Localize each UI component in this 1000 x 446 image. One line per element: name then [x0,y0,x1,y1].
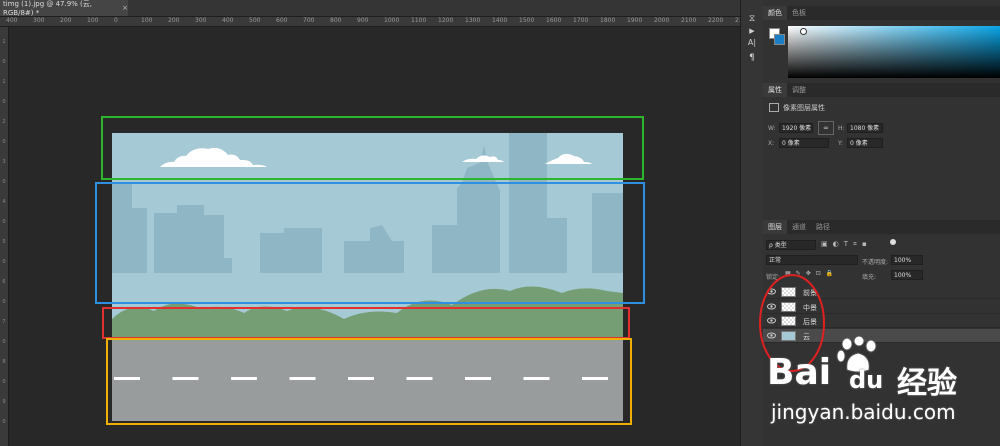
background-color-swatch[interactable] [774,34,785,45]
watermark-brand-a: Bai [767,352,832,393]
document-tab-bar: timg (1).jpg @ 47.9% (云, RGB/8#) * × [0,0,740,17]
ruler-tick-label: 200 [60,17,72,24]
ruler-tick-label: 1 [2,39,6,45]
y-field[interactable]: 0 像素 [847,138,883,148]
document-tab-label: timg (1).jpg @ 47.9% (云, RGB/8#) * [3,0,93,17]
ruler-tick-label: 0 [2,139,6,145]
baidu-watermark: Bai du 经验 jingyan.baidu.com [767,336,1000,446]
annotation-box-sky [101,116,644,180]
ruler-tick-label: 100 [87,17,99,24]
blend-mode-select[interactable]: 正常 [766,255,858,265]
ruler-tick-label: 0 [114,17,118,24]
opacity-field[interactable]: 100% [891,255,923,265]
annotation-box-bushes [102,307,630,339]
watermark-url: jingyan.baidu.com [771,400,956,424]
ruler-tick-label: 2200 [708,17,724,24]
ruler-tick-label: 5 [2,239,6,245]
ruler-tick-label: 100 [141,17,153,24]
ruler-tick-label: 2000 [654,17,670,24]
fill-field[interactable]: 100% [891,270,923,280]
ruler-tick-label: 0 [2,299,6,305]
ruler-tick-label: 2 [2,119,6,125]
document-tab[interactable]: timg (1).jpg @ 47.9% (云, RGB/8#) * × [0,0,128,17]
ruler-tick-label: 0 [2,379,6,385]
tab-adjustments[interactable]: 调整 [787,83,811,97]
ruler-tick-label: 300 [33,17,45,24]
ruler-tick-label: 800 [330,17,342,24]
ruler-tick-label: 700 [303,17,315,24]
annotation-box-city [95,182,645,304]
tab-color[interactable]: 颜色 [763,6,787,20]
tab-layers[interactable]: 图层 [763,220,787,234]
ruler-tick-label: 200 [168,17,180,24]
width-field[interactable]: 1920 像素 [779,123,813,133]
pixel-layer-icon [769,103,779,112]
fill-label: 填充: [862,274,877,281]
ruler-tick-label: 900 [357,17,369,24]
panel-icon-strip: ⧖ ▶ A| ¶ [740,0,764,446]
ruler-tick-label: 0 [2,179,6,185]
character-icon[interactable]: A| [745,36,759,50]
color-panel-tabs: 颜色 色板 [763,6,1000,20]
ruler-tick-label: 1 [2,79,6,85]
ruler-tick-label: 0 [2,259,6,265]
ruler-tick-label: 400 [222,17,234,24]
ruler-tick-label: 500 [249,17,261,24]
ruler-tick-label: 0 [2,219,6,225]
ruler-tick-label: 0 [2,339,6,345]
paragraph-icon[interactable]: ¶ [745,51,759,65]
ruler-tick-label: 1800 [600,17,616,24]
ruler-tick-label: 1700 [573,17,589,24]
ruler-tick-label: 1400 [492,17,508,24]
ruler-tick-label: 8 [2,359,6,365]
watermark-brand-b: du [849,366,884,394]
close-icon[interactable]: × [122,4,128,12]
layer-filter-select[interactable]: ρ 类型 [766,240,816,250]
ruler-tick-label: 1200 [438,17,454,24]
opacity-label: 不透明度: [862,259,889,266]
height-label: H: [838,125,845,132]
height-field[interactable]: 1080 像素 [847,123,883,133]
tab-channels[interactable]: 通道 [787,220,811,234]
tab-swatches[interactable]: 色板 [787,6,811,20]
width-label: W: [768,125,776,132]
ruler-tick-label: 9 [2,399,6,405]
ruler-tick-label: 400 [6,17,18,24]
layer-filter-icons[interactable]: ▣◐T⌗▪ [821,240,891,250]
ruler-tick-label: 7 [2,319,6,325]
annotation-box-road [106,338,632,425]
ruler-tick-label: 0 [2,59,6,65]
ruler-tick-label: 1300 [465,17,481,24]
horizontal-ruler[interactable]: 400 300 200 100 0 100 200 300 400 500 600 700 800 900… [0,17,750,27]
x-field[interactable]: 0 像素 [779,138,829,148]
tab-paths[interactable]: 路径 [811,220,835,234]
watermark-brand-cn: 经验 [897,366,957,401]
x-label: X: [768,140,775,147]
ruler-tick-label: 6 [2,279,6,285]
ruler-tick-label: 1100 [411,17,427,24]
ruler-tick-label: 0 [2,99,6,105]
ruler-tick-label: 300 [195,17,207,24]
color-picker-handle[interactable] [800,28,807,35]
ruler-tick-label: 0 [2,419,6,425]
ruler-tick-label: 1600 [546,17,562,24]
ruler-tick-label: 1000 [384,17,400,24]
ruler-tick-label: 1900 [627,17,643,24]
color-picker-field[interactable] [788,26,1000,78]
y-label: Y: [838,140,843,147]
filter-toggle-icon[interactable] [890,239,896,245]
properties-panel-tabs: 属性 调整 [763,83,1000,97]
vertical-ruler[interactable]: 1 0 1 0 2 0 3 0 4 0 5 0 6 0 7 0 8 0 9 0 [0,27,9,446]
ruler-tick-label: 2100 [681,17,697,24]
properties-title: 像素图层属性 [783,104,825,112]
ruler-tick-label: 1500 [519,17,535,24]
ruler-tick-label: 4 [2,199,6,205]
link-dimensions-icon[interactable]: ∞ [818,121,834,135]
layers-panel-tabs: 图层 通道 路径 [763,220,1000,234]
tab-properties[interactable]: 属性 [763,83,787,97]
ruler-tick-label: 600 [276,17,288,24]
ruler-tick-label: 3 [2,159,6,165]
